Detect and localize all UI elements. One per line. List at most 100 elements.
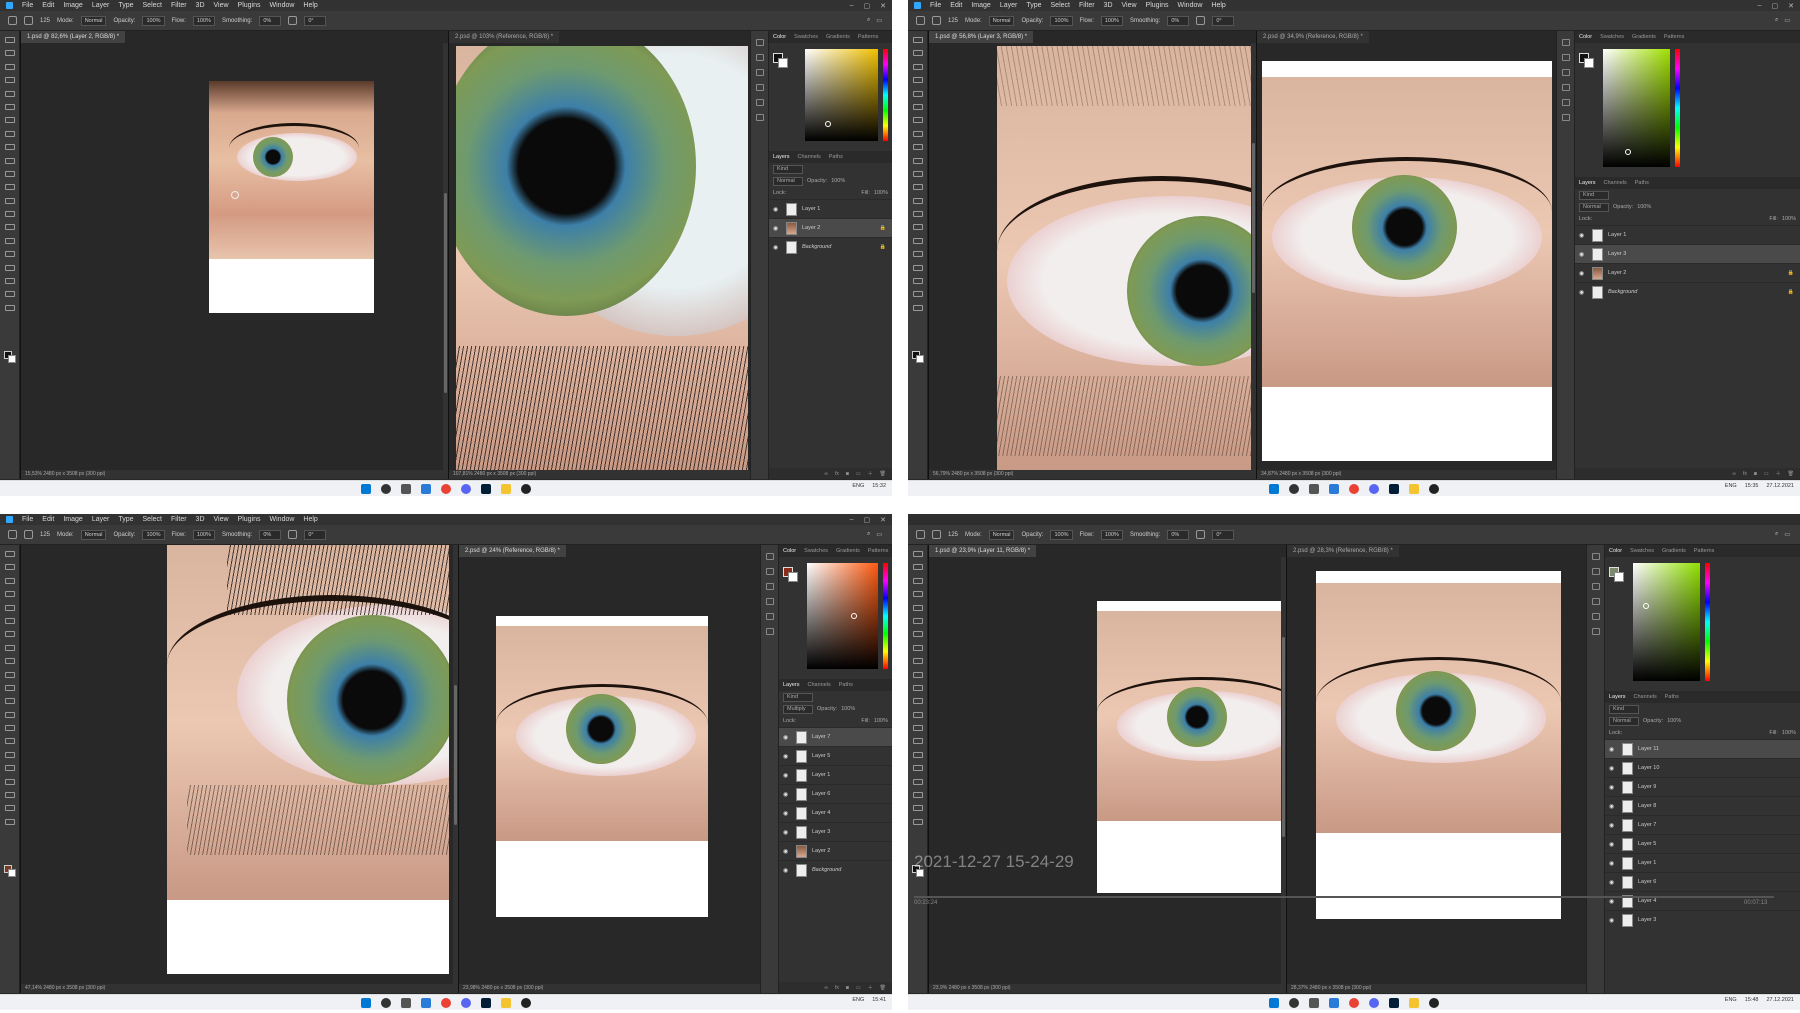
minimize-icon[interactable]: – (1758, 2, 1762, 10)
layer-name[interactable]: Layer 3 (1638, 917, 1656, 923)
maximize-icon[interactable]: ▢ (864, 2, 871, 10)
clock[interactable]: 15:41 (872, 997, 886, 1003)
search-icon[interactable] (1289, 483, 1299, 494)
paragraph-icon[interactable] (756, 114, 764, 121)
layer-row[interactable]: ◉ Layer 7 (1605, 815, 1800, 834)
stamp-tool-icon[interactable] (913, 157, 923, 164)
layer-thumbnail[interactable] (796, 768, 807, 782)
eye-icon[interactable]: ◉ (1609, 879, 1617, 886)
layer-name[interactable]: Layer 2 (812, 848, 830, 854)
lasso-tool-icon[interactable] (913, 63, 923, 70)
layer-filter[interactable]: Kind (1609, 704, 1639, 714)
tab-patterns[interactable]: Patterns (858, 31, 878, 43)
language-indicator[interactable]: ENG (852, 483, 864, 489)
new-layer-icon[interactable]: ＋ (868, 984, 873, 991)
angle-field[interactable]: 0° (1212, 529, 1235, 540)
task-view-icon[interactable] (401, 997, 411, 1008)
scroll-thumb[interactable] (1282, 637, 1285, 837)
opacity-field[interactable]: 100% (1050, 529, 1073, 540)
brush-settings-icon[interactable] (756, 69, 764, 76)
menu-window[interactable]: Window (1178, 2, 1203, 9)
scroll-thumb[interactable] (444, 193, 447, 393)
mode-select[interactable]: Normal (80, 529, 107, 540)
menu-help[interactable]: Help (1211, 2, 1225, 9)
opacity-field[interactable]: 100% (142, 15, 165, 26)
layer-thumbnail[interactable] (796, 730, 807, 744)
layer-name[interactable]: Layer 3 (812, 829, 830, 835)
eraser-tool-icon[interactable] (5, 184, 15, 191)
search-icon[interactable] (381, 483, 391, 494)
angle-field[interactable]: 0° (304, 529, 327, 540)
tab-color[interactable]: Color (773, 31, 786, 43)
layer-name[interactable]: Layer 5 (1638, 841, 1656, 847)
document-window-1[interactable]: 1.psd @ 82,6% (Layer 2, RGB/8) * 15,53% … (20, 31, 448, 479)
brush-tool-icon[interactable] (932, 16, 941, 25)
brush-size[interactable]: 125 (948, 532, 958, 538)
eye-icon[interactable]: ◉ (783, 848, 791, 855)
saturation-field[interactable] (1633, 563, 1700, 681)
layer-thumbnail[interactable] (1592, 247, 1603, 261)
stamp-tool-icon[interactable] (5, 157, 15, 164)
menu-image[interactable]: Image (971, 2, 990, 9)
tab-color[interactable]: Color (783, 545, 796, 557)
paragraph-icon[interactable] (1562, 114, 1570, 121)
layer-row[interactable]: ◉ Background (779, 860, 892, 879)
menu-edit[interactable]: Edit (950, 2, 962, 9)
layer-thumbnail[interactable] (1622, 913, 1633, 927)
document-window-1[interactable]: 1.psd @ 23,9% (Layer 11, RGB/8) * 23,9% … (928, 545, 1286, 993)
layer-name[interactable]: Layer 11 (1638, 746, 1659, 752)
layer-opacity[interactable]: 100% (1667, 718, 1681, 724)
mode-select[interactable]: Normal (80, 15, 107, 26)
angle-field[interactable]: 0° (304, 15, 327, 26)
chrome-icon[interactable] (441, 483, 451, 494)
tab-channels[interactable]: Channels (1634, 691, 1657, 703)
date[interactable]: 27.12.2021 (1766, 997, 1794, 1003)
discord-icon[interactable] (461, 997, 471, 1008)
play-icon[interactable] (766, 568, 774, 575)
brush-settings-icon[interactable] (1562, 69, 1570, 76)
hue-slider[interactable] (883, 563, 888, 669)
layer-thumbnail[interactable] (796, 806, 807, 820)
layer-name[interactable]: Layer 1 (1608, 232, 1626, 238)
chrome-icon[interactable] (441, 997, 451, 1008)
hand-tool-icon[interactable] (5, 291, 15, 298)
close-icon[interactable]: ✕ (880, 2, 886, 10)
search-icon[interactable]: ⌕ (1775, 17, 1778, 24)
eye-icon[interactable]: ◉ (1579, 289, 1587, 296)
menu-select[interactable]: Select (143, 516, 162, 523)
start-icon[interactable] (1269, 483, 1279, 494)
task-view-icon[interactable] (1309, 997, 1319, 1008)
eye-icon[interactable]: ◉ (783, 772, 791, 779)
link-icon[interactable]: ∞ (1732, 471, 1736, 477)
menu-file[interactable]: File (22, 516, 33, 523)
mask-icon[interactable]: ◙ (846, 985, 849, 991)
stamp-tool-icon[interactable] (5, 671, 15, 678)
character-icon[interactable] (766, 613, 774, 620)
chrome-icon[interactable] (1349, 483, 1359, 494)
canvas-artwork[interactable] (209, 81, 374, 313)
layer-thumbnail[interactable] (1622, 799, 1633, 813)
tab-gradients[interactable]: Gradients (826, 31, 850, 43)
color-swatches[interactable] (912, 351, 924, 363)
date[interactable]: 27.12.2021 (1766, 483, 1794, 489)
lasso-tool-icon[interactable] (5, 63, 15, 70)
path-select-icon[interactable] (5, 264, 15, 271)
widgets-icon[interactable] (421, 997, 431, 1008)
folder-icon[interactable] (501, 483, 511, 494)
dodge-tool-icon[interactable] (913, 224, 923, 231)
play-icon[interactable] (1562, 54, 1570, 61)
blend-mode-select[interactable]: Normal (1579, 202, 1609, 212)
tab-channels[interactable]: Channels (1604, 177, 1627, 189)
fx-icon[interactable]: fx (835, 985, 839, 991)
move-tool-icon[interactable] (913, 37, 923, 43)
maximize-icon[interactable]: ▢ (864, 516, 871, 524)
tab-gradients[interactable]: Gradients (1632, 31, 1656, 43)
layer-thumbnail[interactable] (1622, 742, 1633, 756)
character-icon[interactable] (756, 99, 764, 106)
layer-row[interactable]: ◉ Layer 2 🔒 (769, 218, 892, 237)
layer-opacity[interactable]: 100% (831, 178, 845, 184)
tab-channels[interactable]: Channels (798, 151, 821, 163)
type-tool-icon[interactable] (913, 251, 923, 258)
menu-window[interactable]: Window (270, 516, 295, 523)
layer-thumbnail[interactable] (796, 787, 807, 801)
